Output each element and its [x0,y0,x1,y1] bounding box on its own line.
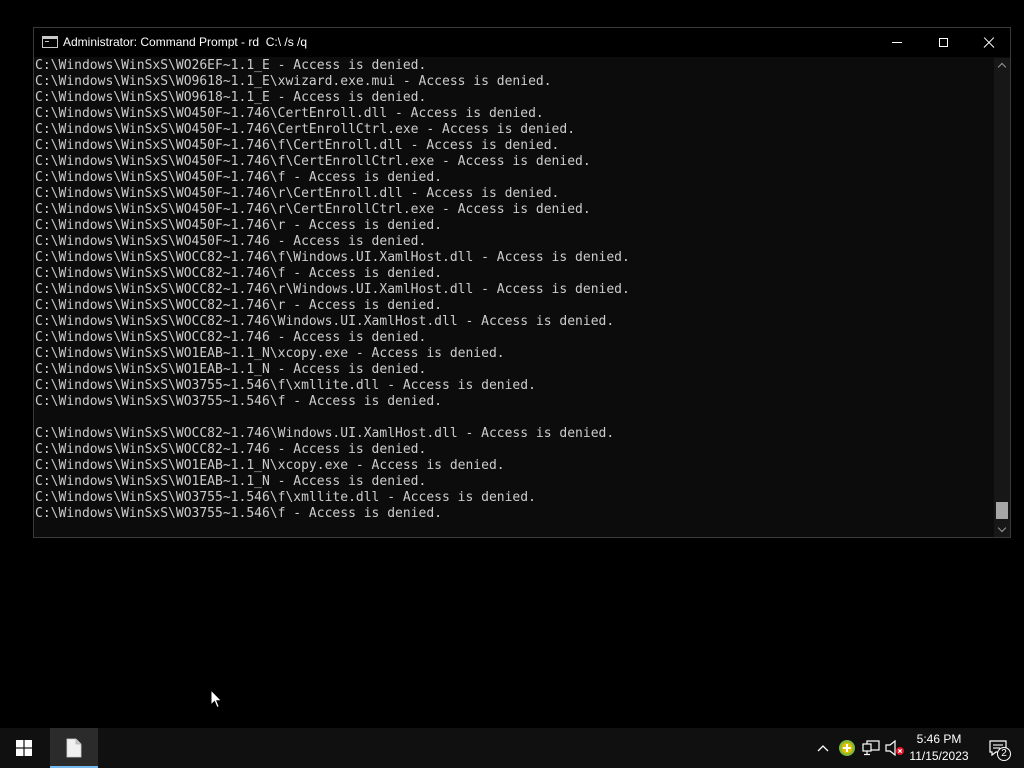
shield-warning-icon [839,740,855,756]
chevron-down-icon [997,523,1007,533]
console-line: C:\Windows\WinSxS\WO450F~1.746\r\CertEnr… [35,186,560,201]
mouse-pointer-icon [210,689,223,709]
file-icon [66,738,82,758]
taskbar-clock[interactable]: 5:46 PM 11/15/2023 [906,731,972,767]
window-title: Administrator: Command Prompt - rd C:\ /… [63,35,308,49]
scroll-down-button[interactable] [994,523,1010,537]
console-line: C:\Windows\WinSxS\WO450F~1.746\CertEnrol… [35,122,576,137]
desktop: Administrator: Command Prompt - rd C:\ /… [0,0,1024,728]
minimize-icon [892,42,902,43]
console-line: C:\Windows\WinSxS\WO450F~1.746\f - Acces… [35,170,442,185]
notification-count-badge: 2 [997,747,1011,761]
console-line: C:\Windows\WinSxS\WOCC82~1.746\r - Acces… [35,298,442,313]
maximize-button[interactable] [920,28,966,57]
title-bar[interactable]: Administrator: Command Prompt - rd C:\ /… [34,28,1010,57]
console-line: C:\Windows\WinSxS\WO3755~1.546\f - Acces… [35,394,442,409]
console-line: C:\Windows\WinSxS\WO1EAB~1.1_N\xcopy.exe… [35,458,505,473]
console-line: C:\Windows\WinSxS\WO450F~1.746\r - Acces… [35,218,442,233]
console-line: C:\Windows\WinSxS\WOCC82~1.746\r\Windows… [35,282,630,297]
console-line: C:\Windows\WinSxS\WO9618~1.1_E\xwizard.e… [35,74,552,89]
vertical-scrollbar[interactable] [994,58,1010,537]
close-icon [983,37,995,49]
console-line: C:\Windows\WinSxS\WO9618~1.1_E - Access … [35,90,427,105]
console-line: C:\Windows\WinSxS\WOCC82~1.746\f - Acces… [35,266,442,281]
console-line: C:\Windows\WinSxS\WO1EAB~1.1_N - Access … [35,474,427,489]
console-output[interactable]: C:\Windows\WinSxS\WO26EF~1.1_E - Access … [34,58,992,537]
taskbar-app-file[interactable] [50,728,98,768]
maximize-icon [938,38,948,47]
minimize-button[interactable] [874,28,920,57]
volume-muted-icon [885,740,904,756]
show-hidden-icons-button[interactable] [814,728,832,768]
console-line: C:\Windows\WinSxS\WOCC82~1.746 - Access … [35,330,427,345]
command-prompt-window[interactable]: Administrator: Command Prompt - rd C:\ /… [33,27,1011,538]
scroll-up-button[interactable] [994,58,1010,72]
console-line: C:\Windows\WinSxS\WOCC82~1.746\f\Windows… [35,250,630,265]
console-line: C:\Windows\WinSxS\WO3755~1.546\f\xmllite… [35,378,536,393]
action-center-button[interactable]: 2 [978,728,1018,768]
close-button[interactable] [966,28,1012,57]
console-line: C:\Windows\WinSxS\WOCC82~1.746\Windows.U… [35,426,615,441]
scroll-thumb[interactable] [996,502,1008,519]
start-button[interactable] [0,728,48,768]
windows-logo-icon [16,740,32,756]
console-line: C:\Windows\WinSxS\WO450F~1.746\r\CertEnr… [35,202,591,217]
console-line: C:\Windows\WinSxS\WO450F~1.746\f\CertEnr… [35,154,591,169]
console-line: C:\Windows\WinSxS\WO3755~1.546\f - Acces… [35,506,442,521]
network-tray-button[interactable] [860,728,882,768]
console-line: C:\Windows\WinSxS\WO3755~1.546\f\xmllite… [35,490,536,505]
console-line: C:\Windows\WinSxS\WO450F~1.746\CertEnrol… [35,106,544,121]
console-line: C:\Windows\WinSxS\WO1EAB~1.1_N\xcopy.exe… [35,346,505,361]
clock-date: 11/15/2023 [909,749,969,763]
volume-tray-button[interactable] [884,728,906,768]
console-line: C:\Windows\WinSxS\WOCC82~1.746\Windows.U… [35,314,615,329]
console-line: C:\Windows\WinSxS\WO450F~1.746\f\CertEnr… [35,138,560,153]
network-icon [862,740,880,756]
console-line: C:\Windows\WinSxS\WO1EAB~1.1_N - Access … [35,362,427,377]
console-line: C:\Windows\WinSxS\WO26EF~1.1_E - Access … [35,58,427,73]
chevron-up-icon [997,62,1007,72]
console-line: C:\Windows\WinSxS\WOCC82~1.746 - Access … [35,442,427,457]
security-tray-button[interactable] [836,728,858,768]
console-line: C:\Windows\WinSxS\WO450F~1.746 - Access … [35,234,427,249]
console-app-icon[interactable] [42,36,58,48]
taskbar: 5:46 PM 11/15/2023 2 [0,728,1024,768]
clock-time: 5:46 PM [916,732,962,746]
chevron-up-icon [817,745,829,752]
